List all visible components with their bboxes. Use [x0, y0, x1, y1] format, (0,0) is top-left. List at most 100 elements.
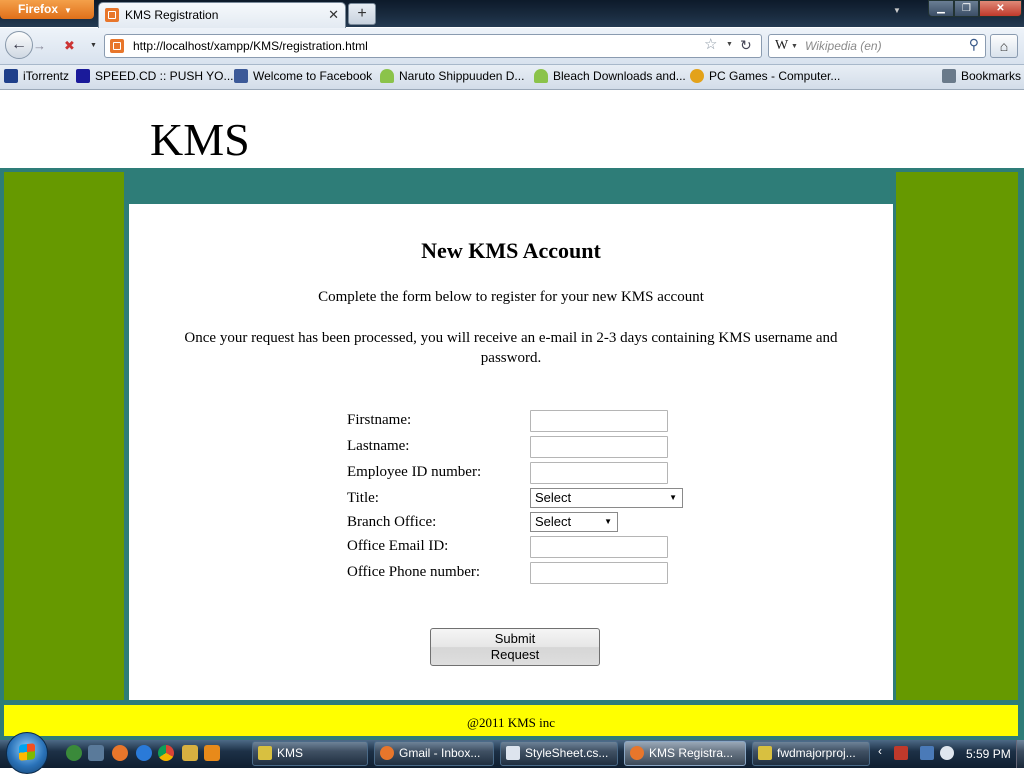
task-label: fwdmajorproj...	[777, 746, 856, 760]
action-center-flag-icon[interactable]	[894, 746, 908, 760]
left-sidebar	[4, 172, 124, 700]
task-label: KMS Registra...	[649, 746, 734, 760]
registration-panel: New KMS Account Complete the form below …	[129, 204, 893, 700]
close-window-button[interactable]: ✕	[979, 0, 1022, 17]
chevron-down-icon: ▼	[669, 493, 677, 502]
download-stop-icon[interactable]: ✖	[64, 36, 84, 56]
page-title: New KMS Account	[421, 238, 601, 263]
office-phone-label: Office Phone number:	[347, 564, 481, 580]
maximize-button[interactable]: ❐	[954, 0, 979, 17]
url-dropdown-icon[interactable]: ▼	[726, 41, 733, 48]
branch-select-value: Select	[535, 514, 572, 529]
submit-label-line2: Request	[490, 647, 540, 662]
folder-icon[interactable]	[182, 745, 198, 761]
torrentz-icon	[4, 69, 18, 83]
bookmarks-star-icon	[942, 69, 956, 83]
bookmark-label: PC Games - Computer...	[709, 69, 841, 83]
right-sidebar	[896, 172, 1018, 700]
speedcd-icon	[76, 69, 90, 83]
navigation-toolbar: ← → ✖ ▼ http://localhost/xampp/KMS/regis…	[0, 28, 1024, 65]
submit-request-button[interactable]: Submit Request	[430, 628, 600, 666]
home-button[interactable]: ⌂	[990, 34, 1018, 58]
forward-button[interactable]: →	[33, 36, 53, 56]
task-label: Gmail - Inbox...	[399, 746, 481, 760]
branch-office-select[interactable]: Select ▼	[530, 512, 618, 532]
search-engine-dropdown-icon[interactable]: ▼	[791, 43, 798, 50]
notepad-icon	[506, 746, 520, 760]
firstname-input[interactable]	[530, 410, 668, 432]
bookmark-item[interactable]: Naruto Shippuuden D...	[380, 65, 524, 88]
bookmark-item[interactable]: Bleach Downloads and...	[534, 65, 686, 88]
firefox-menu-button[interactable]: Firefox ▼	[0, 0, 94, 19]
bookmark-label: Bleach Downloads and...	[553, 69, 686, 83]
taskbar-item-stylesheet[interactable]: StyleSheet.cs...	[500, 741, 618, 766]
lastname-input[interactable]	[530, 436, 668, 458]
android-icon	[534, 69, 548, 83]
new-tab-button[interactable]: +	[348, 3, 376, 25]
tab-list-icon[interactable]: ▼	[893, 6, 901, 15]
folder-icon	[758, 746, 772, 760]
footer: @2011 KMS inc	[4, 705, 1018, 736]
xampp-favicon-icon	[105, 8, 119, 22]
office-phone-input[interactable]	[530, 562, 668, 584]
search-placeholder: Wikipedia (en)	[805, 39, 882, 53]
volume-icon[interactable]	[940, 746, 954, 760]
show-hidden-icons-icon[interactable]: ‹	[878, 744, 882, 758]
wikipedia-icon[interactable]: W	[775, 35, 788, 57]
address-bar[interactable]: http://localhost/xampp/KMS/registration.…	[104, 34, 762, 58]
url-text: http://localhost/xampp/KMS/registration.…	[133, 39, 368, 53]
search-bar[interactable]: W ▼ Wikipedia (en) ⚲	[768, 34, 986, 58]
taskbar-item-kms-registration[interactable]: KMS Registra...	[624, 741, 746, 766]
firefox-icon	[630, 746, 644, 760]
android-icon	[380, 69, 394, 83]
info-text: Once your request has been processed, yo…	[184, 330, 838, 366]
folder-icon	[258, 746, 272, 760]
network-icon[interactable]	[920, 746, 934, 760]
title-select-value: Select	[535, 490, 572, 505]
bookmarks-menu-label: Bookmarks	[961, 69, 1022, 83]
search-icon[interactable]: ⚲	[969, 36, 979, 53]
submit-label-line1: Submit	[494, 631, 536, 646]
bookmarks-menu[interactable]: Bookmarks	[942, 65, 1021, 88]
show-desktop-icon[interactable]	[88, 745, 104, 761]
bookmark-item[interactable]: SPEED.CD :: PUSH YO...	[76, 65, 233, 88]
bookmark-item[interactable]: iTorrentz	[4, 65, 69, 88]
close-tab-icon[interactable]: ✕	[328, 3, 339, 27]
tab-kms-registration[interactable]: KMS Registration ✕	[98, 2, 346, 28]
reload-icon[interactable]: ↻	[740, 34, 752, 56]
site-favicon-icon	[110, 39, 124, 53]
internet-explorer-icon[interactable]	[136, 745, 152, 761]
title-select[interactable]: Select ▼	[530, 488, 683, 508]
bookmark-item[interactable]: Welcome to Facebook	[234, 65, 372, 88]
employee-id-input[interactable]	[530, 462, 668, 484]
history-dropdown-icon[interactable]: ▼	[90, 42, 97, 49]
intro-text: Complete the form below to register for …	[318, 289, 704, 305]
utorrent-icon[interactable]	[66, 745, 82, 761]
task-label: StyleSheet.cs...	[525, 746, 609, 760]
office-email-input[interactable]	[530, 536, 668, 558]
firefox-icon	[380, 746, 394, 760]
windows-logo-icon	[19, 743, 35, 761]
chevron-down-icon: ▼	[604, 517, 612, 526]
taskbar-item-kms[interactable]: KMS	[252, 741, 368, 766]
taskbar-item-fwdmajorproject[interactable]: fwdmajorproj...	[752, 741, 870, 766]
title-label: Title:	[347, 490, 379, 506]
bookmark-label: Welcome to Facebook	[253, 69, 373, 83]
gamespot-icon	[690, 69, 704, 83]
back-button[interactable]: ←	[5, 31, 33, 59]
bookmark-label: iTorrentz	[23, 69, 70, 83]
bookmark-star-icon[interactable]: ☆	[704, 34, 717, 56]
chrome-icon[interactable]	[158, 745, 174, 761]
firefox-menu-label: Firefox	[18, 2, 59, 16]
taskbar-item-gmail[interactable]: Gmail - Inbox...	[374, 741, 494, 766]
bookmark-item[interactable]: PC Games - Computer...	[690, 65, 840, 88]
minimize-button[interactable]: ▁	[928, 0, 954, 17]
site-logo: KMS	[150, 114, 250, 165]
firefox-icon[interactable]	[112, 745, 128, 761]
media-player-icon[interactable]	[204, 745, 220, 761]
bookmark-label: SPEED.CD :: PUSH YO...	[95, 69, 234, 83]
show-desktop-button[interactable]	[1016, 740, 1024, 768]
facebook-icon	[234, 69, 248, 83]
office-email-label: Office Email ID:	[347, 538, 449, 554]
system-clock[interactable]: 5:59 PM	[966, 740, 1011, 768]
